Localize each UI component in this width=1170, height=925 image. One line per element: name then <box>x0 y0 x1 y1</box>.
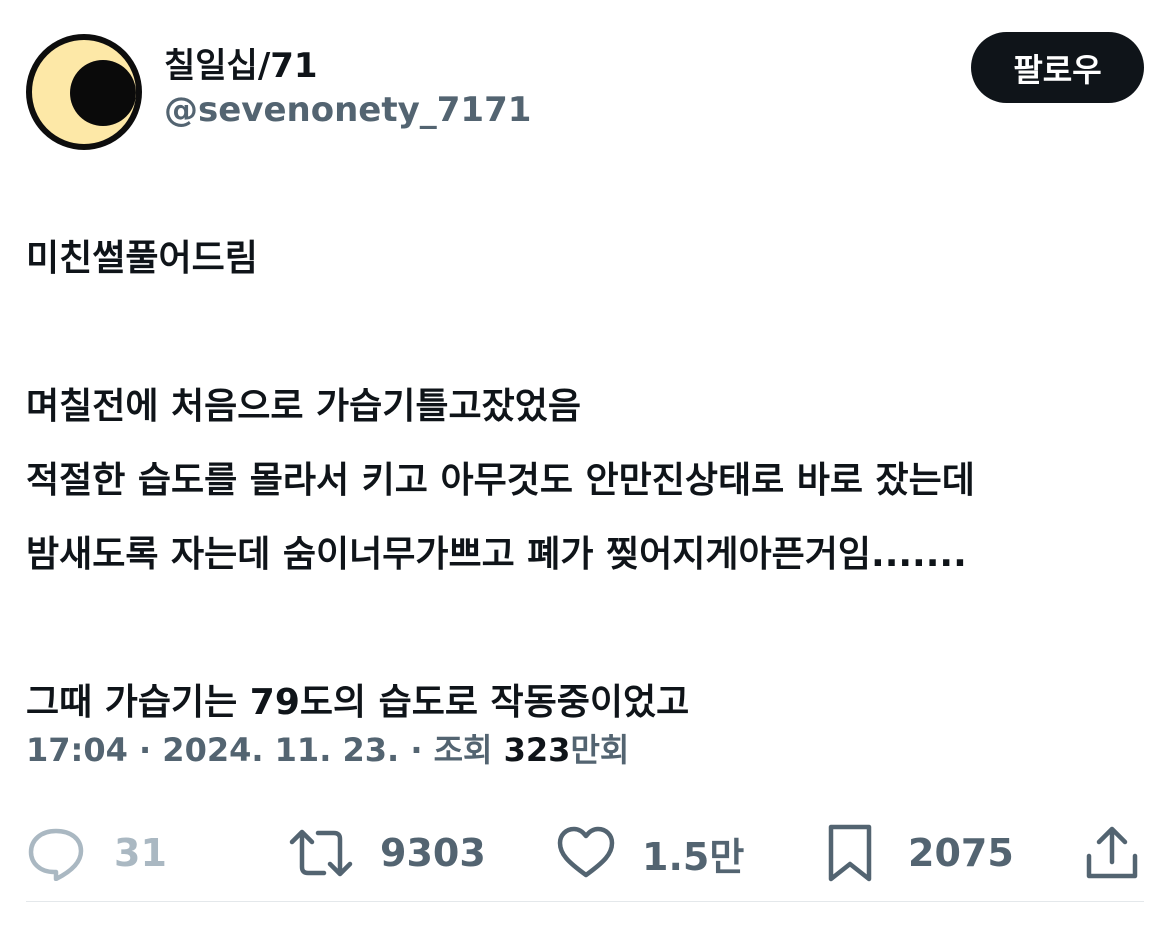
views-unit: 만회 <box>570 731 630 769</box>
tweet-line: 미친썰풀어드림 <box>26 238 258 279</box>
tweet-line: 며칠전에 처음으로 가습기틀고잤었음 <box>26 386 581 427</box>
like-count: 1.5만 <box>642 834 745 879</box>
heart-icon <box>557 826 615 878</box>
retweet-button[interactable]: 9303 <box>288 818 486 888</box>
reply-button[interactable]: 31 <box>26 818 167 888</box>
share-icon <box>1086 826 1138 879</box>
tweet-meta: 17:04 · 2024. 11. 23. · 조회 323만회 <box>26 728 629 772</box>
share-button[interactable] <box>1084 818 1140 888</box>
crescent-moon-icon <box>70 60 136 126</box>
tweet-line <box>26 296 1144 370</box>
reply-icon <box>28 828 84 881</box>
views-label: 조회 <box>433 731 504 769</box>
tweet-text: 미친썰풀어드림 며칠전에 처음으로 가습기틀고잤었음 적절한 습도를 몰라서 키… <box>26 222 1144 740</box>
tweet-date[interactable]: 2024. 11. 23. <box>162 731 399 769</box>
author-names: 칠일십/71 @sevenonety_7171 <box>164 44 531 132</box>
reply-count: 31 <box>114 831 167 875</box>
bookmark-button[interactable]: 2075 <box>826 818 1014 888</box>
tweet-time[interactable]: 17:04 <box>26 731 128 769</box>
tweet-line: 밤새도록 자는데 숨이너무가쁘고 폐가 찢어지게아픈거임....... <box>26 534 967 575</box>
retweet-count: 9303 <box>380 831 486 875</box>
tweet-header: 칠일십/71 @sevenonety_7171 팔로우 <box>26 32 1144 152</box>
meta-separator: · <box>127 731 163 769</box>
bookmark-icon <box>828 824 872 882</box>
bookmark-count: 2075 <box>908 831 1014 875</box>
author-display-name[interactable]: 칠일십/71 <box>164 44 531 88</box>
author-handle[interactable]: @sevenonety_7171 <box>164 88 531 132</box>
retweet-icon <box>289 829 353 877</box>
action-bar: 31 9303 1.5만 2075 <box>26 818 1144 888</box>
views-value: 323 <box>503 731 571 769</box>
avatar[interactable] <box>26 34 142 150</box>
divider <box>26 901 1144 902</box>
tweet-line: 적절한 습도를 몰라서 키고 아무것도 안만진상태로 바로 잤는데 <box>26 460 975 501</box>
like-button[interactable]: 1.5만 <box>556 818 744 888</box>
follow-button[interactable]: 팔로우 <box>971 32 1144 103</box>
meta-separator: · <box>399 731 434 769</box>
tweet-line <box>26 592 1144 666</box>
